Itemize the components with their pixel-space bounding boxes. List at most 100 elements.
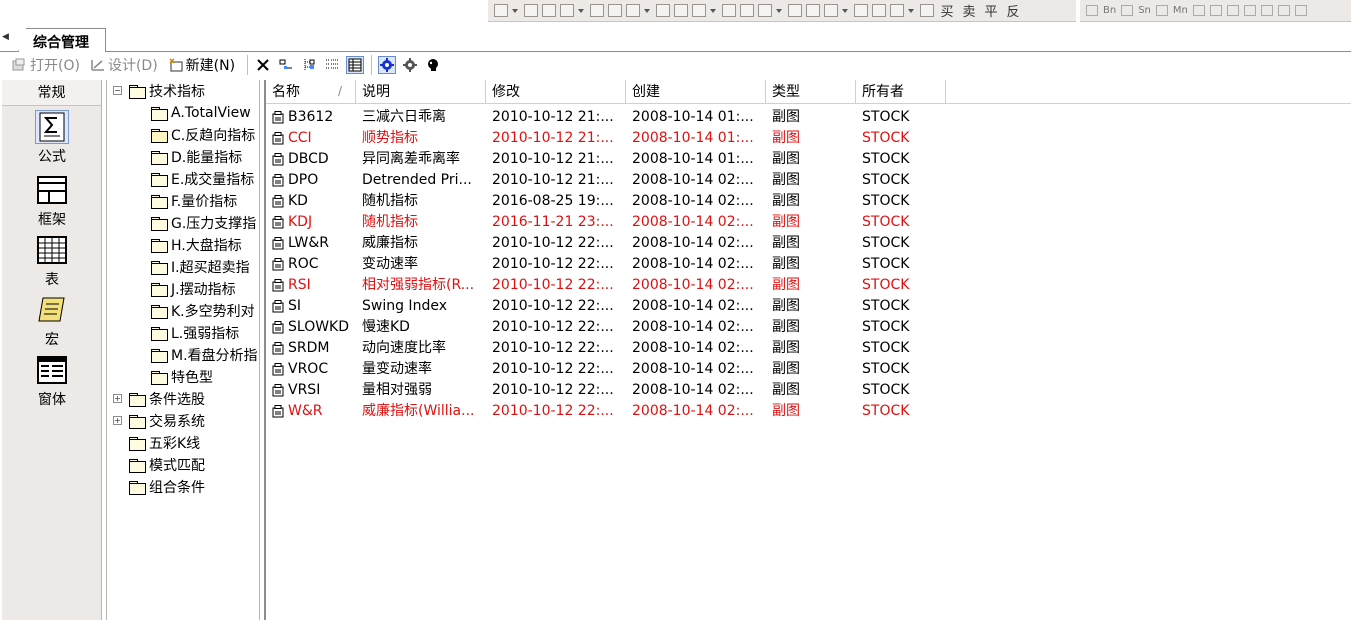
new-button[interactable]: 新建(N) — [168, 55, 235, 75]
expand-icon[interactable]: + — [113, 416, 122, 425]
period-tool-icon[interactable] — [1121, 5, 1134, 16]
dropdown-arrow-icon[interactable] — [512, 8, 518, 13]
draw-tool-icon[interactable] — [674, 4, 688, 17]
table-row[interactable]: B3612 三减六日乖离 2010-10-12 21:... 2008-10-14 0… — [266, 107, 1266, 128]
table-row[interactable]: VROC 量变动速率 2010-10-12 22:... 2008-10-14 02:… — [266, 359, 1266, 380]
tree-node[interactable]: J.摆动指标 — [151, 278, 236, 300]
table-row[interactable]: VRSI 量相对强弱 2010-10-12 22:... 2008-10-14 02:… — [266, 380, 1266, 401]
tree-node[interactable]: 五彩K线 — [129, 432, 200, 454]
trade-signal-tool[interactable]: 买 — [938, 1, 956, 20]
table-row[interactable]: W&R 威廉指标(Willia... 2010-10-12 22:... 2008-1… — [266, 401, 1266, 422]
large-icons-view-icon[interactable] — [277, 56, 295, 74]
draw-tool-icon[interactable] — [854, 4, 868, 17]
draw-tool-icon[interactable] — [524, 4, 538, 17]
tree-node[interactable]: M.看盘分析指 — [151, 344, 258, 366]
draw-tool-icon[interactable] — [590, 4, 604, 17]
tree-node[interactable]: E.成交量指标 — [151, 168, 254, 190]
table-row[interactable]: SI Swing Index 2010-10-12 22:... 2008-10-14… — [266, 296, 1266, 317]
draw-tool-icon[interactable] — [740, 4, 754, 17]
draw-tool-icon[interactable] — [920, 4, 934, 17]
dropdown-arrow-icon[interactable] — [710, 8, 716, 13]
tree-node[interactable]: F.量价指标 — [151, 190, 237, 212]
tree-node[interactable]: H.大盘指标 — [151, 234, 242, 256]
tree-node[interactable]: G.压力支撑指 — [151, 212, 256, 234]
period-tool-icon[interactable] — [1243, 5, 1256, 16]
column-header[interactable]: 名称 — [266, 80, 356, 104]
period-tool-icon[interactable] — [1209, 5, 1222, 16]
expand-icon[interactable]: + — [113, 394, 122, 403]
draw-tool-icon[interactable] — [788, 4, 802, 17]
trade-signal-tool[interactable]: 反 — [1004, 1, 1022, 20]
delete-icon[interactable] — [254, 56, 272, 74]
draw-tool-icon[interactable] — [560, 4, 574, 17]
tree-node[interactable]: D.能量指标 — [151, 146, 242, 168]
period-tool-icon[interactable] — [1086, 5, 1098, 16]
draw-tool-icon[interactable] — [872, 4, 886, 17]
period-tool-icon[interactable] — [1226, 5, 1239, 16]
tree-node[interactable]: 组合条件 — [129, 476, 205, 498]
draw-tool-icon[interactable] — [692, 4, 706, 17]
table-row[interactable]: RSI 相对强弱指标(R... 2010-10-12 22:... 2008-10-1… — [266, 275, 1266, 296]
details-view-icon[interactable] — [346, 56, 365, 74]
table-row[interactable]: DBCD 异同离差乖离率 2010-10-12 21:... 2008-10-14 0… — [266, 149, 1266, 170]
column-header[interactable]: 所有者 — [856, 80, 946, 104]
column-header[interactable]: 类型 — [766, 80, 856, 104]
period-tool-label[interactable]: Mn — [1173, 5, 1188, 16]
period-tool-icon[interactable] — [1294, 5, 1307, 16]
user-head-icon[interactable] — [424, 56, 442, 74]
trade-signal-tool[interactable]: 平 — [982, 1, 1000, 20]
table-row[interactable]: DPO Detrended Pri... 2010-10-12 21:... 2008… — [266, 170, 1266, 191]
column-header[interactable]: 创建 — [626, 80, 766, 104]
draw-tool-icon[interactable] — [806, 4, 820, 17]
tree-node[interactable]: + 交易系统 — [113, 410, 205, 432]
tab-comprehensive-management[interactable]: 综合管理 — [18, 28, 106, 52]
draw-tool-icon[interactable] — [890, 4, 904, 17]
category-item-form[interactable]: 窗体 — [2, 353, 102, 409]
design-button[interactable]: 设计(D) — [90, 55, 158, 75]
list-view-icon[interactable] — [323, 56, 341, 74]
period-tool-icon[interactable] — [1155, 5, 1168, 16]
table-row[interactable]: KDJ 随机指标 2016-11-21 23:... 2008-10-14 02:..… — [266, 212, 1266, 233]
blue-gear-icon[interactable] — [378, 56, 397, 74]
column-header[interactable]: 修改 — [486, 80, 626, 104]
small-icons-view-icon[interactable] — [300, 56, 318, 74]
category-item-macro[interactable]: 宏 — [2, 293, 102, 349]
tree-node[interactable]: A.TotalView — [151, 102, 251, 124]
draw-tool-icon[interactable] — [758, 4, 772, 17]
tree-node[interactable]: 特色型 — [151, 366, 213, 388]
period-tool-label[interactable]: Sn — [1138, 5, 1151, 16]
table-row[interactable]: KD 随机指标 2016-08-25 19:... 2008-10-14 02:...… — [266, 191, 1266, 212]
tree-node[interactable]: L.强弱指标 — [151, 322, 239, 344]
tree-node[interactable]: I.超买超卖指 — [151, 256, 250, 278]
table-row[interactable]: CCI 顺势指标 2010-10-12 21:... 2008-10-14 01:..… — [266, 128, 1266, 149]
period-tool-label[interactable]: Bn — [1103, 5, 1116, 16]
period-tool-icon[interactable] — [1277, 5, 1290, 16]
draw-tool-icon[interactable] — [824, 4, 838, 17]
category-item-table[interactable]: 表 — [2, 233, 102, 289]
draw-tool-icon[interactable] — [722, 4, 736, 17]
draw-tool-icon[interactable] — [608, 4, 622, 17]
draw-tool-icon[interactable] — [542, 4, 556, 17]
category-item-frame[interactable]: 框架 — [2, 173, 102, 229]
category-item-formula[interactable]: 公式 — [2, 110, 102, 166]
period-tool-icon[interactable] — [1192, 5, 1205, 16]
table-row[interactable]: LW&R 威廉指标 2010-10-12 22:... 2008-10-14 02:.… — [266, 233, 1266, 254]
tree-node[interactable]: − 技术指标 — [113, 80, 205, 102]
table-row[interactable]: ROC 变动速率 2010-10-12 22:... 2008-10-14 02:..… — [266, 254, 1266, 275]
category-header-general[interactable]: 常规 — [2, 80, 101, 106]
column-header[interactable]: 说明 — [356, 80, 486, 104]
collapse-icon[interactable]: − — [113, 86, 122, 95]
draw-tool-icon[interactable] — [656, 4, 670, 17]
open-button[interactable]: 打开(O) — [12, 55, 80, 75]
dropdown-arrow-icon[interactable] — [776, 8, 782, 13]
table-row[interactable]: SLOWKD 慢速KD 2010-10-12 22:... 2008-10-14 02… — [266, 317, 1266, 338]
draw-tool-icon[interactable] — [494, 4, 508, 17]
draw-tool-icon[interactable] — [626, 4, 640, 17]
tree-node[interactable]: K.多空势利对 — [151, 300, 255, 322]
tree-node[interactable]: 模式匹配 — [129, 454, 205, 476]
table-row[interactable]: SRDM 动向速度比率 2010-10-12 22:... 2008-10-14 02… — [266, 338, 1266, 359]
gear-icon[interactable] — [401, 56, 419, 74]
tree-node[interactable]: + 条件选股 — [113, 388, 205, 410]
trade-signal-tool[interactable]: 卖 — [960, 1, 978, 20]
tree-node[interactable]: C.反趋向指标 — [151, 124, 255, 146]
